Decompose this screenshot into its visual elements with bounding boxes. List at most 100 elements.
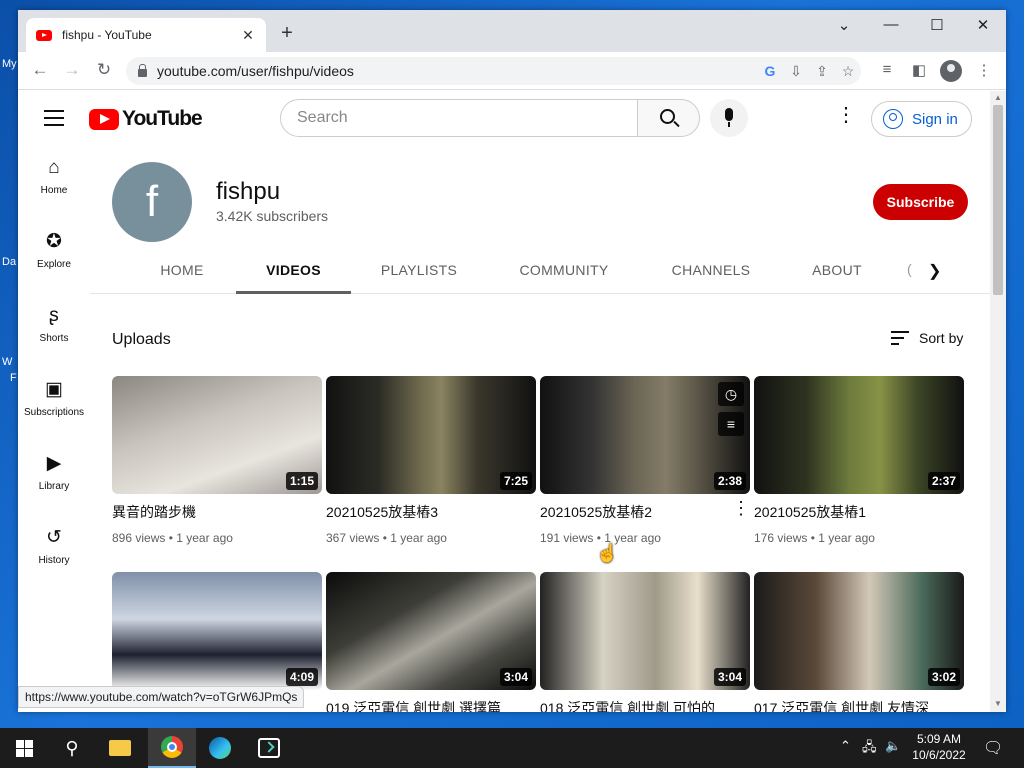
taskbar-search-icon[interactable]: ⚲ <box>48 728 96 768</box>
bookmark-star-icon[interactable]: ☆ <box>835 63 861 80</box>
video-thumbnail[interactable]: 3:02 <box>754 572 964 690</box>
video-thumbnail[interactable]: 1:15 <box>112 376 322 494</box>
video-thumbnail[interactable]: ◷ ≡ 2:38 <box>540 376 750 494</box>
maximize-button[interactable]: ☐ <box>922 16 952 34</box>
minimize-button[interactable]: — <box>876 16 906 33</box>
address-bar[interactable]: youtube.com/user/fishpu/videos G ⇩ ⇪ ☆ <box>126 57 861 85</box>
video-title[interactable]: 019 泛亞電信 創世劇 選擇篇 <box>326 698 531 712</box>
tab-about[interactable]: ABOUT <box>790 251 884 294</box>
subscribe-button[interactable]: Subscribe <box>873 184 968 220</box>
search-icon <box>660 109 675 124</box>
chevron-right-icon[interactable]: ❯ <box>928 261 941 281</box>
duration-badge: 3:02 <box>927 668 960 686</box>
video-title[interactable]: 018 泛亞電信 創世劇 可怕的 <box>540 698 745 712</box>
video-title[interactable]: 017 泛亞電信 創世劇 友情深 <box>754 698 959 712</box>
video-thumbnail[interactable]: 3:04 <box>540 572 750 690</box>
youtube-logo[interactable]: YouTube <box>89 107 203 131</box>
sign-in-button[interactable]: Sign in <box>871 101 972 137</box>
notifications-icon[interactable]: 🗨 <box>983 738 1003 758</box>
video-thumbnail[interactable]: 7:25 <box>326 376 536 494</box>
watch-later-icon[interactable]: ◷ <box>718 382 744 406</box>
share-icon[interactable]: ⇪ <box>809 63 835 80</box>
video-meta: 367 views • 1 year ago <box>326 531 447 545</box>
tab-search-icon[interactable]: ⌄ <box>829 16 859 34</box>
chrome-taskbar-icon[interactable] <box>148 728 196 768</box>
install-app-icon[interactable]: ⇩ <box>783 63 809 80</box>
back-icon[interactable]: ← <box>29 60 51 80</box>
microphone-icon <box>725 108 733 127</box>
tab-videos[interactable]: VIDEOS <box>236 251 351 294</box>
guide-menu-icon[interactable] <box>44 110 64 126</box>
guide-item-explore[interactable]: ✪ Explore <box>18 231 90 270</box>
video-meta: 896 views • 1 year ago <box>112 531 233 545</box>
video-meta: 176 views • 1 year ago <box>754 531 875 545</box>
app-taskbar-icon[interactable] <box>245 728 293 768</box>
close-window-button[interactable]: ✕ <box>968 16 998 34</box>
chrome-menu-icon[interactable]: ⋮ <box>973 61 995 79</box>
lock-icon <box>138 64 147 77</box>
tab-strip: fishpu - YouTube ✕ + ⌄ — ☐ ✕ <box>18 10 1006 52</box>
url-text: youtube.com/user/fishpu/videos <box>157 63 354 79</box>
file-explorer-icon[interactable] <box>96 728 144 768</box>
duration-badge: 2:38 <box>713 472 746 490</box>
forward-icon[interactable]: → <box>61 60 83 80</box>
taskbar: ⚲ ⌃ 🖧 🔈 5:09 AM 10/6/2022 🗨 <box>0 728 1024 768</box>
guide-item-shorts[interactable]: ʂ Shorts <box>18 305 90 344</box>
subscriber-count: 3.42K subscribers <box>216 208 329 224</box>
video-title[interactable]: 異音的踏步機 <box>112 502 317 522</box>
youtube-page: YouTube Search ⋮ Sign in ⌂ Home ✪ Explor… <box>18 91 990 712</box>
edge-taskbar-icon[interactable] <box>196 728 244 768</box>
tab-home[interactable]: HOME <box>128 251 236 294</box>
video-more-icon[interactable]: ⋮ <box>732 498 750 519</box>
profile-avatar-icon[interactable] <box>940 60 962 82</box>
tab-community[interactable]: COMMUNITY <box>502 251 626 294</box>
show-hidden-icons-icon[interactable]: ⌃ <box>840 738 851 754</box>
duration-badge: 4:09 <box>285 668 318 686</box>
sort-icon[interactable] <box>891 331 909 349</box>
history-icon: ↺ <box>46 527 62 548</box>
search-input[interactable]: Search <box>280 99 638 137</box>
start-button[interactable] <box>0 728 48 768</box>
search-button[interactable] <box>637 99 700 137</box>
voice-search-button[interactable] <box>710 99 748 137</box>
guide-item-history[interactable]: ↺ History <box>18 527 90 566</box>
guide-item-subscriptions[interactable]: ▣ Subscriptions <box>18 379 90 418</box>
browser-window: fishpu - YouTube ✕ + ⌄ — ☐ ✕ ← → ↻ youtu… <box>18 10 1006 712</box>
channel-avatar[interactable]: f <box>112 162 192 242</box>
video-title[interactable]: 20210525放基樁1 <box>754 502 959 522</box>
system-clock[interactable]: 5:09 AM 10/6/2022 <box>904 731 974 763</box>
video-thumbnail[interactable]: 4:09 <box>112 572 322 690</box>
media-controls-icon[interactable]: ≡ <box>876 61 898 78</box>
browser-tab[interactable]: fishpu - YouTube ✕ <box>26 18 266 52</box>
volume-icon[interactable]: 🔈 <box>885 738 901 754</box>
video-thumbnail[interactable]: 2:37 <box>754 376 964 494</box>
scroll-up-icon[interactable]: ▲ <box>994 93 1002 102</box>
tab-channels[interactable]: CHANNELS <box>652 251 770 294</box>
video-thumbnail[interactable]: 3:04 <box>326 572 536 690</box>
subscriptions-icon: ▣ <box>45 379 63 400</box>
sort-by-button[interactable]: Sort by <box>919 330 963 346</box>
google-translate-icon[interactable]: G <box>757 63 783 79</box>
guide-item-library[interactable]: ▶ Library <box>18 453 90 492</box>
video-title[interactable]: 20210525放基樁3 <box>326 502 531 522</box>
section-title: Uploads <box>112 331 171 348</box>
settings-more-icon[interactable]: ⋮ <box>836 105 856 125</box>
new-tab-button[interactable]: + <box>276 22 298 45</box>
duration-badge: 1:15 <box>285 472 318 490</box>
search-channel-icon[interactable]: ( <box>907 261 912 277</box>
scroll-thumb[interactable] <box>993 105 1003 295</box>
page-scrollbar[interactable]: ▲ ▼ <box>990 91 1006 712</box>
side-panel-icon[interactable]: ◧ <box>908 61 930 79</box>
video-title[interactable]: 20210525放基樁2 <box>540 502 730 522</box>
channel-tabs: HOME VIDEOS PLAYLISTS COMMUNITY CHANNELS… <box>90 251 990 294</box>
add-to-queue-icon[interactable]: ≡ <box>718 412 744 436</box>
tab-playlists[interactable]: PLAYLISTS <box>358 251 480 294</box>
network-icon[interactable]: 🖧 <box>862 738 877 760</box>
duration-badge: 3:04 <box>499 668 532 686</box>
guide-item-home[interactable]: ⌂ Home <box>18 157 90 196</box>
scroll-down-icon[interactable]: ▼ <box>994 699 1002 708</box>
duration-badge: 7:25 <box>499 472 532 490</box>
browser-toolbar: ← → ↻ youtube.com/user/fishpu/videos G ⇩… <box>18 52 1006 90</box>
reload-icon[interactable]: ↻ <box>93 60 115 80</box>
close-tab-icon[interactable]: ✕ <box>240 27 256 44</box>
